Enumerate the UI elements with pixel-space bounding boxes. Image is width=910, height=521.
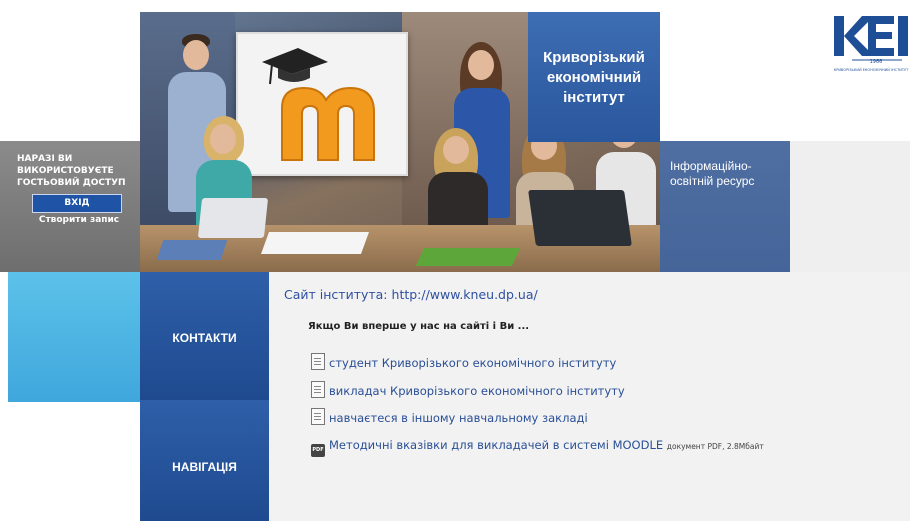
document-icon xyxy=(311,353,325,370)
logo-year: 1966 xyxy=(870,59,883,64)
entry-other-school-link[interactable]: навчаєтеся в іншому навчальному закладі xyxy=(311,408,588,425)
open-book xyxy=(260,232,370,254)
entry-label: студент Криворізького економічного інсти… xyxy=(329,356,617,370)
site-url-link[interactable]: http://www.kneu.dp.ua/ xyxy=(392,287,538,302)
entry-label: Методичні вказівки для викладачей в сист… xyxy=(329,438,664,452)
intro-text: Якщо Ви вперше у нас на сайті і Ви ... xyxy=(308,321,530,332)
logo-caption: КРИВОРІЗЬКИЙ ЕКОНОМІЧНИЙ ІНСТИТУТ xyxy=(833,68,909,72)
main-content: Сайт інститута: http://www.kneu.dp.ua/ Я… xyxy=(269,272,910,521)
title-line: Криворізький xyxy=(543,49,645,66)
laptop-white xyxy=(197,198,269,238)
guest-access-panel: НАРАЗІ ВИ ВИКОРИСТОВУЄТЕ ГОСТЬОВИЙ ДОСТУ… xyxy=(0,141,140,272)
contacts-label: КОНТАКТИ xyxy=(172,331,237,345)
guest-status-text: НАРАЗІ ВИ ВИКОРИСТОВУЄТЕ ГОСТЬОВИЙ ДОСТУ… xyxy=(17,154,126,188)
file-info-note: документ PDF, 2.8Мбайт xyxy=(666,442,764,451)
document-icon xyxy=(311,408,325,425)
navigation-label: НАВІГАЦІЯ xyxy=(172,460,237,474)
pdf-icon: PDF xyxy=(311,444,325,457)
decorative-sky-tile xyxy=(8,272,140,402)
title-line: економічний xyxy=(546,69,642,86)
entry-moodle-guide-link[interactable]: PDF Методичні вказівки для викладачей в с… xyxy=(311,438,764,457)
magazine xyxy=(156,240,228,260)
institute-logo[interactable]: 1966 КРИВОРІЗЬКИЙ ЕКОНОМІЧНИЙ ІНСТИТУТ xyxy=(832,12,910,76)
moodle-logo-board xyxy=(236,32,408,176)
subtitle-line: Інформаційно- xyxy=(670,159,752,173)
entry-teacher-link[interactable]: викладач Криворізького економічного інст… xyxy=(311,381,625,398)
person-figure xyxy=(422,128,492,232)
kei-logo-icon: 1966 xyxy=(832,12,910,65)
subtitle-line: освітній ресурс xyxy=(670,174,755,188)
info-resource-band: Інформаційно- освітній ресурс xyxy=(660,141,790,272)
contacts-tile[interactable]: КОНТАКТИ xyxy=(140,272,269,400)
right-grey-panel xyxy=(790,141,910,272)
document-icon xyxy=(311,381,325,398)
green-folder xyxy=(415,248,521,266)
site-link-line: Сайт інститута: http://www.kneu.dp.ua/ xyxy=(284,287,538,302)
entry-label: навчаєтеся в іншому навчальному закладі xyxy=(329,411,588,425)
create-account-link[interactable]: Створити запис xyxy=(18,215,140,225)
institute-title-block: Криворізький економічний інститут xyxy=(528,12,660,142)
entry-student-link[interactable]: студент Криворізького економічного інсти… xyxy=(311,353,616,370)
graduation-cap-icon xyxy=(262,48,328,85)
laptop-black xyxy=(528,190,632,246)
entry-label: викладач Криворізького економічного інст… xyxy=(329,384,625,398)
title-line: інститут xyxy=(563,89,625,106)
navigation-tile[interactable]: НАВІГАЦІЯ xyxy=(140,400,269,521)
login-button[interactable]: ВХІД xyxy=(32,194,122,213)
site-label: Сайт інститута: xyxy=(284,287,388,302)
